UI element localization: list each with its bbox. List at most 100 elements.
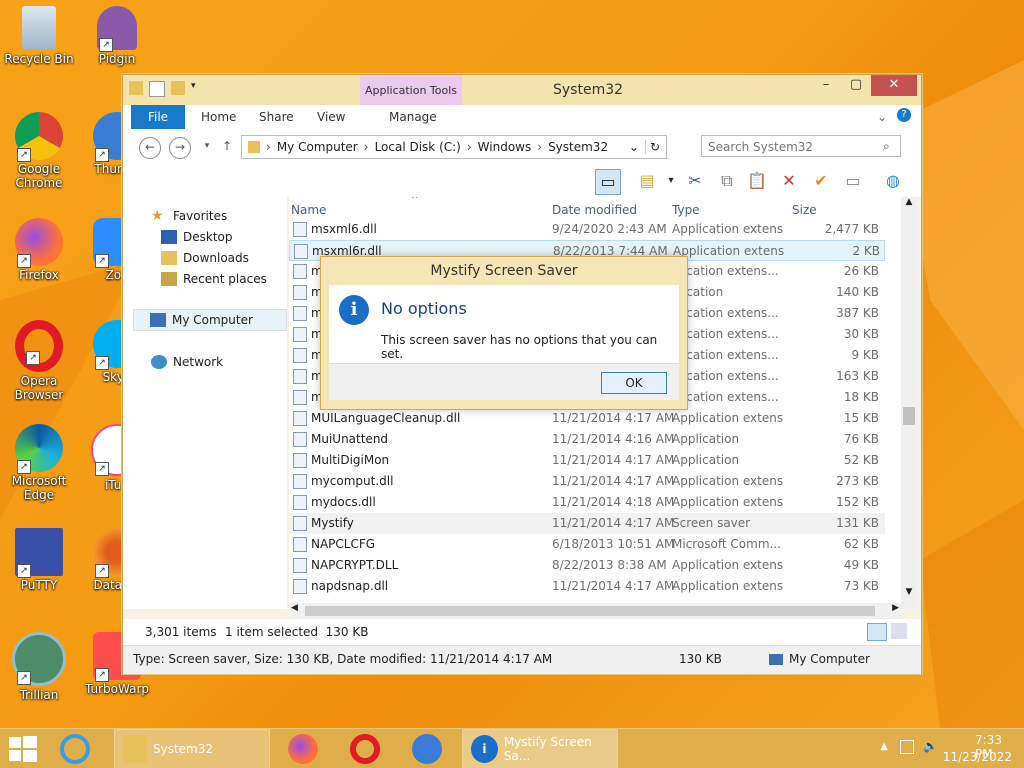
desktop-icon-pidgin[interactable]: ↗ Pidgin xyxy=(78,6,156,66)
window-titlebar[interactable]: ▾ Application Tools System32 – ▢ ✕ xyxy=(123,75,921,105)
refresh-icon[interactable]: ↻ xyxy=(644,140,660,154)
minimize-button[interactable]: – xyxy=(811,75,841,96)
desktop-icon-recycle-bin[interactable]: Recycle Bin xyxy=(0,6,78,66)
taskbar-opera[interactable] xyxy=(350,729,380,768)
back-button[interactable]: ← xyxy=(139,137,161,159)
file-icon xyxy=(293,558,307,573)
file-type: plication extens... xyxy=(672,348,779,362)
tab-share[interactable]: Share xyxy=(259,110,294,124)
cut-icon[interactable]: ✂ xyxy=(683,169,707,193)
folder-icon[interactable] xyxy=(129,81,143,95)
desktop-icon-edge[interactable]: ↗ Microsoft Edge xyxy=(0,424,78,502)
close-button[interactable]: ✕ xyxy=(871,75,917,96)
clock-date[interactable]: 11/23/2022 xyxy=(943,750,1012,764)
forward-button[interactable]: → xyxy=(169,137,191,159)
breadcrumb-windows[interactable]: Windows xyxy=(478,140,532,154)
tab-manage[interactable]: Manage xyxy=(389,110,437,124)
table-row[interactable]: Mystify 11/21/2014 4:17 AM Screen saver 131… xyxy=(289,513,885,534)
scroll-thumb[interactable] xyxy=(305,606,875,616)
file-type: plication extens... xyxy=(672,390,779,404)
table-row[interactable]: mydocs.dll 11/21/2014 4:18 AM Application … xyxy=(289,492,885,513)
rename-icon[interactable]: ▭ xyxy=(841,169,865,193)
maximize-button[interactable]: ▢ xyxy=(841,75,871,96)
tab-file[interactable]: File xyxy=(131,105,185,129)
globe-icon[interactable]: ◍ xyxy=(881,169,905,193)
large-icons-view-icon[interactable] xyxy=(891,623,907,639)
scroll-right-icon[interactable]: ▶ xyxy=(892,603,899,613)
breadcrumb-local-disk[interactable]: Local Disk (C:) xyxy=(375,140,461,154)
nav-network[interactable]: Network xyxy=(151,355,223,369)
volume-icon[interactable]: 🔈 xyxy=(923,739,938,753)
item-count: 3,301 items xyxy=(145,625,217,639)
tab-view[interactable]: View xyxy=(317,110,345,124)
expand-ribbon-icon[interactable]: ⌄ xyxy=(877,110,887,124)
new-folder-icon[interactable] xyxy=(171,81,185,95)
table-row[interactable]: msxml6.dll 9/24/2020 2:43 AM Application e… xyxy=(289,219,885,240)
table-row[interactable]: MultiDigiMon 11/21/2014 4:17 AM Applicatio… xyxy=(289,450,885,471)
dialog-title[interactable]: Mystify Screen Saver xyxy=(321,257,687,285)
nav-recent-places[interactable]: Recent places xyxy=(161,272,267,286)
chevron-down-icon[interactable]: ▾ xyxy=(659,169,683,193)
desktop-icon-firefox[interactable]: ↗ Firefox xyxy=(0,218,78,282)
column-header-name[interactable]: Name xyxy=(291,203,326,217)
chevron-down-icon[interactable]: ▾ xyxy=(191,81,199,95)
desktop-icon-opera[interactable]: ↗ Opera Browser xyxy=(0,320,78,402)
delete-icon[interactable]: ✕ xyxy=(777,169,801,193)
help-icon[interactable]: ? xyxy=(897,108,911,122)
show-hidden-icons-icon[interactable]: ▲ xyxy=(880,741,888,752)
column-header-date[interactable]: Date modified xyxy=(552,203,637,217)
search-icon[interactable]: ⌕ xyxy=(883,139,890,154)
properties-icon[interactable] xyxy=(149,81,165,97)
nav-desktop[interactable]: Desktop xyxy=(161,230,233,244)
desktop-icon-trillian[interactable]: ↗ Trillian xyxy=(0,632,78,702)
nav-my-computer[interactable]: My Computer xyxy=(133,309,287,331)
start-button[interactable] xyxy=(8,729,38,768)
taskbar-firefox[interactable] xyxy=(288,729,318,768)
table-row[interactable]: NAPCRYPT.DLL 8/22/2013 8:38 AM Application… xyxy=(289,555,885,576)
breadcrumb-my-computer[interactable]: My Computer xyxy=(277,140,358,154)
desktop-icon-chrome[interactable]: ↗ Google Chrome xyxy=(0,112,78,190)
mystify-dialog: Mystify Screen Saver i No options This s… xyxy=(320,256,688,410)
taskbar-mystify[interactable]: i Mystify Screen Sa... xyxy=(462,729,618,768)
recent-locations-icon[interactable]: ▾ xyxy=(197,137,217,157)
nav-favorites[interactable]: ★ Favorites xyxy=(151,209,227,223)
scroll-thumb[interactable] xyxy=(903,407,915,425)
table-row[interactable]: NAPCLCFG 6/18/2013 10:51 AM Microsoft Comm… xyxy=(289,534,885,555)
address-box[interactable]: › My Computer › Local Disk (C:) › Window… xyxy=(241,135,667,159)
file-size: 15 KB xyxy=(843,411,879,425)
scroll-left-icon[interactable]: ◀ xyxy=(291,603,298,613)
table-row[interactable]: MUILanguageCleanup.dll 11/21/2014 4:17 AM… xyxy=(289,408,885,429)
network-status-icon[interactable] xyxy=(900,740,914,754)
file-size: 30 KB xyxy=(843,327,879,341)
dialog-message: This screen saver has no options that yo… xyxy=(381,333,658,361)
preview-pane-icon[interactable]: ▭ xyxy=(595,169,621,195)
search-input[interactable]: Search System32 xyxy=(701,135,901,157)
chevron-down-icon[interactable]: ⌄ xyxy=(629,140,639,154)
folder-options-icon[interactable]: ▤ xyxy=(635,169,659,193)
vertical-scrollbar[interactable]: ▲ ▼ xyxy=(901,197,917,609)
details-view-icon[interactable] xyxy=(867,623,887,641)
taskbar-ie[interactable] xyxy=(60,729,90,768)
computer-icon xyxy=(150,313,166,327)
horizontal-scrollbar[interactable]: ◀ ▶ xyxy=(289,603,901,619)
column-header-size[interactable]: Size xyxy=(792,203,817,217)
up-button[interactable]: ↑ xyxy=(217,137,237,157)
checkmark-icon[interactable]: ✔ xyxy=(809,169,833,193)
file-name: NAPCLCFG xyxy=(311,537,376,551)
scroll-up-icon[interactable]: ▲ xyxy=(901,197,917,207)
file-date: 6/18/2013 10:51 AM xyxy=(552,537,675,551)
desktop-icon-putty[interactable]: ↗ PuTTY xyxy=(0,528,78,592)
copy-icon[interactable]: ⧉ xyxy=(715,169,739,193)
breadcrumb-system32[interactable]: System32 xyxy=(548,140,608,154)
scroll-down-icon[interactable]: ▼ xyxy=(901,587,917,597)
nav-downloads[interactable]: Downloads xyxy=(161,251,249,265)
taskbar-system32[interactable]: System32 xyxy=(114,729,270,768)
table-row[interactable]: MuiUnattend 11/21/2014 4:16 AM Application… xyxy=(289,429,885,450)
table-row[interactable]: mycomput.dll 11/21/2014 4:17 AM Applicatio… xyxy=(289,471,885,492)
ok-button[interactable]: OK xyxy=(601,372,667,394)
tab-home[interactable]: Home xyxy=(201,110,236,124)
column-header-type[interactable]: Type xyxy=(672,203,700,217)
paste-icon[interactable]: 📋 xyxy=(745,169,769,193)
table-row[interactable]: napdsnap.dll 11/21/2014 4:17 AM Applicatio… xyxy=(289,576,885,597)
taskbar-thunderbird[interactable] xyxy=(412,729,442,768)
